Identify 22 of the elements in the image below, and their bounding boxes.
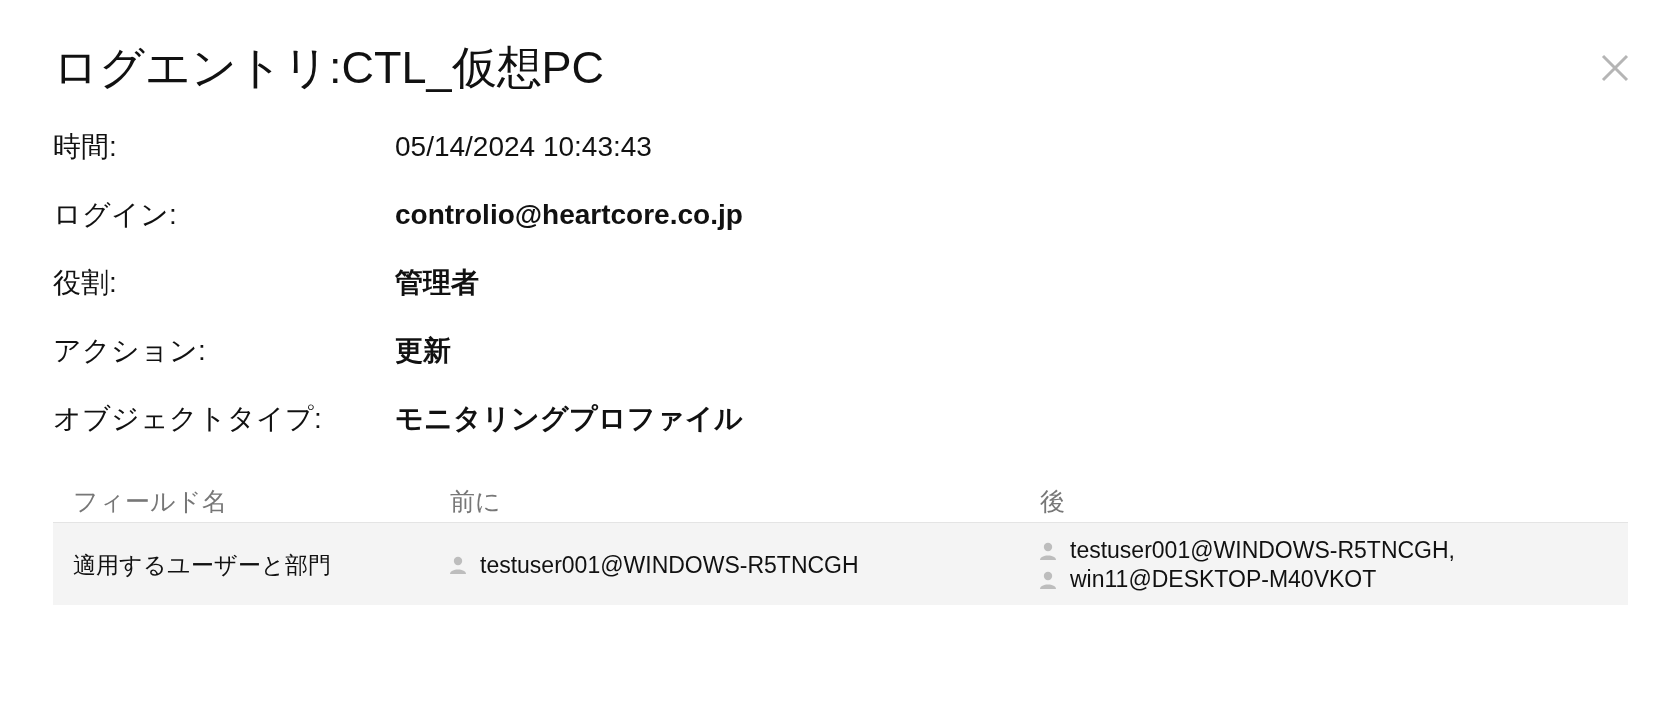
close-icon[interactable] — [1601, 54, 1629, 82]
table-cell-text: 適用するユーザーと部門 — [73, 550, 332, 580]
person-icon — [450, 556, 466, 574]
detail-value: controlio@heartcore.co.jp — [395, 199, 744, 231]
detail-label: 時間: — [53, 130, 118, 164]
dialog-title: ログエントリ:CTL_仮想PC — [53, 41, 605, 95]
column-header: フィールド名 — [73, 485, 228, 517]
person-icon — [1040, 570, 1056, 589]
user-name: win11@DESKTOP-M40VKOT — [1070, 566, 1377, 593]
detail-value: 05/14/2024 10:43:43 — [395, 131, 653, 163]
column-header: 前に — [450, 485, 502, 517]
detail-value: 更新 — [395, 334, 452, 368]
detail-label: ログイン: — [53, 198, 178, 232]
user-name: testuser001@WINDOWS-R5TNCGH — [480, 551, 859, 579]
detail-label: オブジェクトタイプ: — [53, 402, 323, 436]
detail-value: 管理者 — [395, 266, 480, 300]
user-name: testuser001@WINDOWS-R5TNCGH, — [1070, 537, 1455, 564]
detail-value: モニタリングプロファイル — [395, 402, 744, 436]
person-icon — [1040, 541, 1056, 560]
detail-label: アクション: — [53, 334, 207, 368]
detail-label: 役割: — [53, 266, 118, 300]
column-header: 後 — [1040, 485, 1066, 517]
